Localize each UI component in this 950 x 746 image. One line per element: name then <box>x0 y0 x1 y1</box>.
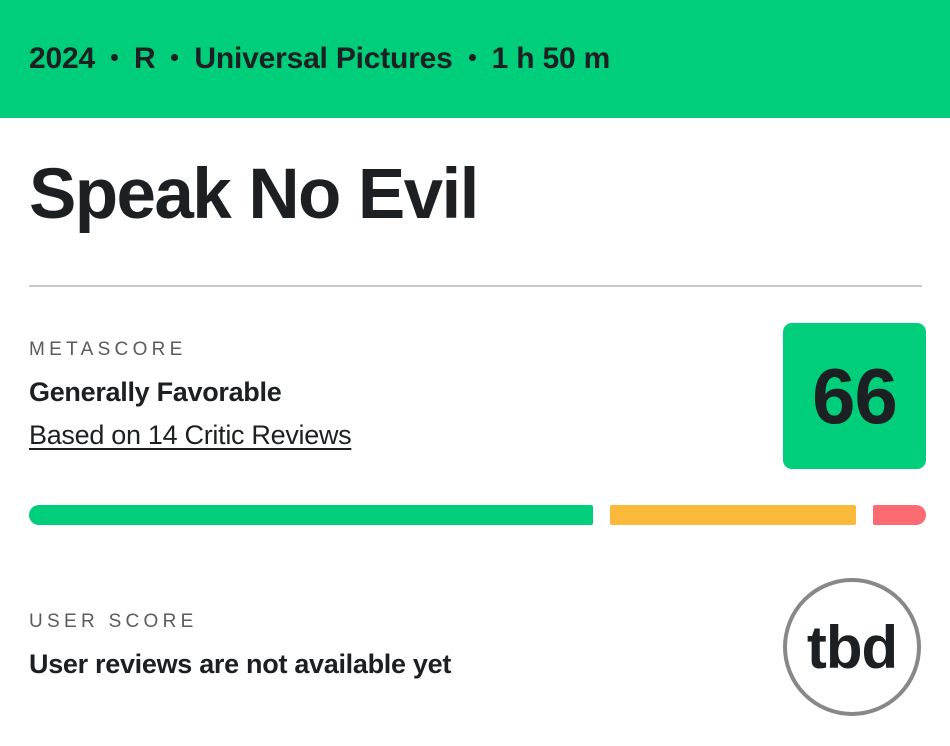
movie-meta-band: 2024 R Universal Pictures 1 h 50 m <box>0 0 950 118</box>
page-title: Speak No Evil <box>29 155 479 234</box>
separator-dot-icon <box>171 53 179 61</box>
metascore-section: METASCORE Generally Favorable Based on 1… <box>29 339 352 451</box>
metascore-value-badge[interactable]: 66 <box>783 323 926 469</box>
studio-name: Universal Pictures <box>194 42 453 75</box>
distribution-segment-negative[interactable] <box>873 505 926 525</box>
separator-dot-icon <box>468 53 476 61</box>
title-divider <box>29 285 922 287</box>
user-score-section: USER SCORE User reviews are not availabl… <box>29 611 451 680</box>
runtime: 1 h 50 m <box>491 42 611 75</box>
critic-reviews-link[interactable]: Based on 14 Critic Reviews <box>29 420 352 451</box>
movie-meta-list: 2024 R Universal Pictures 1 h 50 m <box>0 42 610 76</box>
user-score-description: User reviews are not available yet <box>29 649 452 679</box>
metascore-label: METASCORE <box>29 339 187 360</box>
distribution-segment-positive[interactable] <box>29 505 593 525</box>
user-score-value-badge[interactable]: tbd <box>783 578 921 716</box>
metascore-description: Generally Favorable <box>29 377 282 407</box>
release-year: 2024 <box>29 42 95 75</box>
separator-dot-icon <box>110 53 118 61</box>
user-score-label: USER SCORE <box>29 611 198 632</box>
score-distribution-bar <box>29 505 926 525</box>
distribution-segment-mixed[interactable] <box>610 505 856 525</box>
content-rating: R <box>133 42 156 75</box>
